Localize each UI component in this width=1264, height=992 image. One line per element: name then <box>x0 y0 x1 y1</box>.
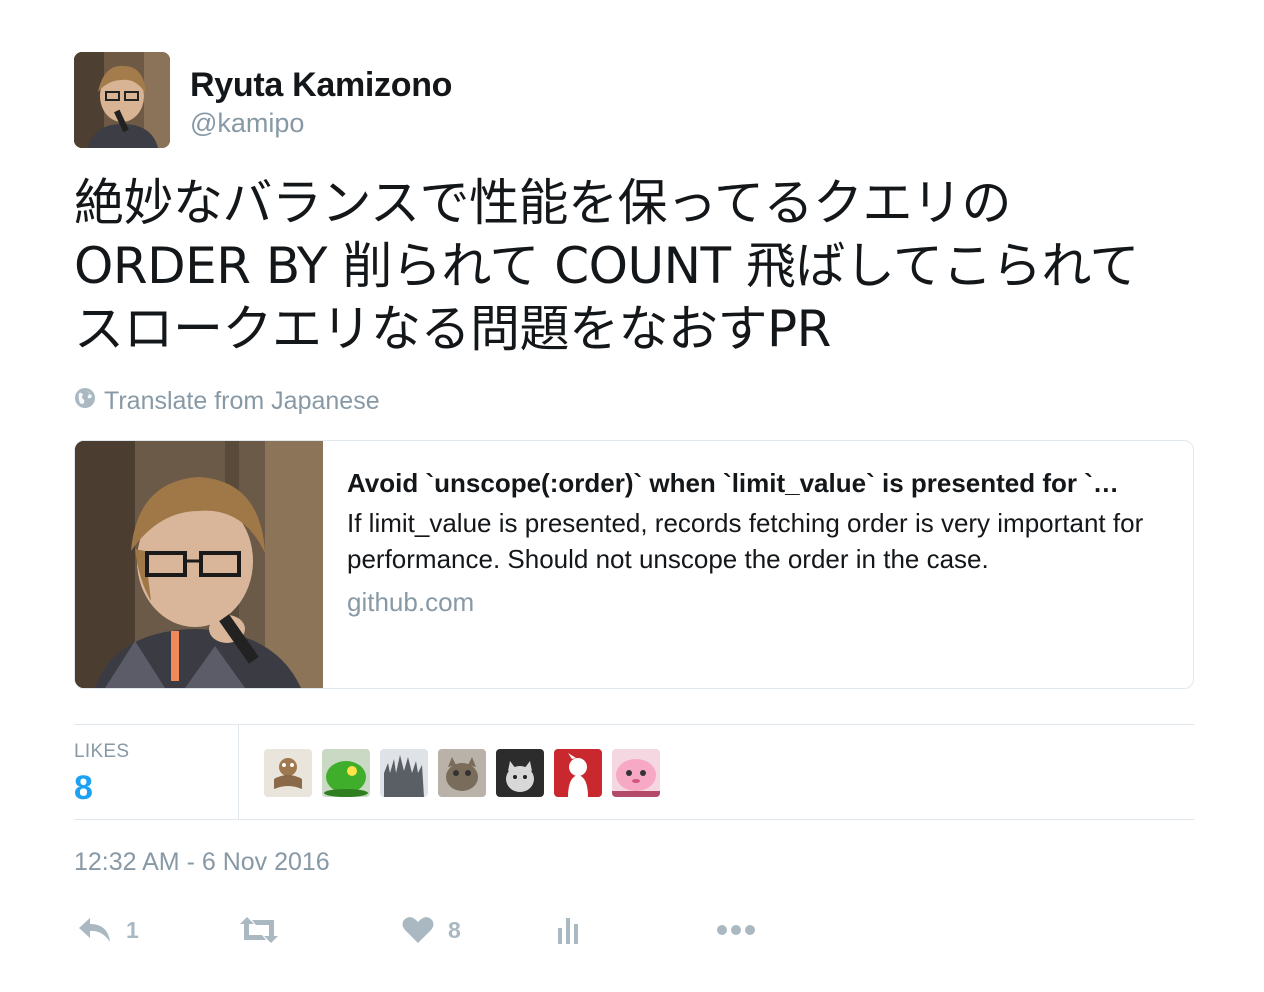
author-name[interactable]: Ryuta Kamizono <box>190 66 452 105</box>
likes-count: 8 <box>74 769 93 807</box>
liker-avatar[interactable] <box>264 749 312 797</box>
tweet-text-line: スロークエリなる問題をなおすPR <box>74 300 831 358</box>
liker-avatar[interactable] <box>496 749 544 797</box>
tweet-actions: 1 8 <box>74 906 794 954</box>
card-description: If limit_value is presented, records fet… <box>347 508 1144 574</box>
reply-count: 1 <box>126 916 139 943</box>
card-image <box>75 441 323 688</box>
card-body[interactable]: Avoid `unscope(:order)` when `limit_valu… <box>347 465 1167 618</box>
liker-avatar[interactable] <box>554 749 602 797</box>
liker-avatar[interactable] <box>612 749 660 797</box>
liker-avatar[interactable] <box>380 749 428 797</box>
tweet-text-line: ORDER BY 削られて COUNT 飛ばしてこられて <box>74 237 1139 295</box>
tweet-stats: LIKES 8 <box>74 724 1194 820</box>
link-card[interactable]: Avoid `unscope(:order)` when `limit_valu… <box>74 440 1194 689</box>
author-avatar[interactable] <box>74 52 170 148</box>
globe-icon <box>74 387 96 416</box>
analytics-button[interactable] <box>556 906 582 954</box>
more-icon <box>716 924 756 936</box>
reply-icon <box>78 916 112 944</box>
heart-icon <box>402 916 434 944</box>
likers-list <box>264 749 660 797</box>
like-button[interactable]: 8 <box>402 906 461 954</box>
liker-avatar[interactable] <box>438 749 486 797</box>
retweet-icon <box>238 916 280 944</box>
liker-avatar[interactable] <box>322 749 370 797</box>
reply-button[interactable]: 1 <box>78 906 139 954</box>
retweet-button[interactable] <box>238 906 280 954</box>
more-button[interactable] <box>716 906 756 954</box>
likes-stat[interactable]: LIKES 8 <box>74 725 239 819</box>
translate-label: Translate from Japanese <box>104 387 380 415</box>
card-title[interactable]: Avoid `unscope(:order)` when `limit_valu… <box>347 465 1167 501</box>
translate-link[interactable]: Translate from Japanese <box>74 387 380 416</box>
analytics-icon <box>556 916 582 944</box>
tweet-timestamp[interactable]: 12:32 AM - 6 Nov 2016 <box>74 848 330 877</box>
tweet-text: 絶妙なバランスで性能を保ってるクエリの ORDER BY 削られて COUNT … <box>74 172 1204 361</box>
card-domain: github.com <box>347 587 475 617</box>
tweet-text-line: 絶妙なバランスで性能を保ってるクエリの <box>74 174 1012 232</box>
author-handle[interactable]: @kamipo <box>190 108 304 139</box>
likes-label: LIKES <box>74 741 130 762</box>
like-count: 8 <box>448 916 461 943</box>
